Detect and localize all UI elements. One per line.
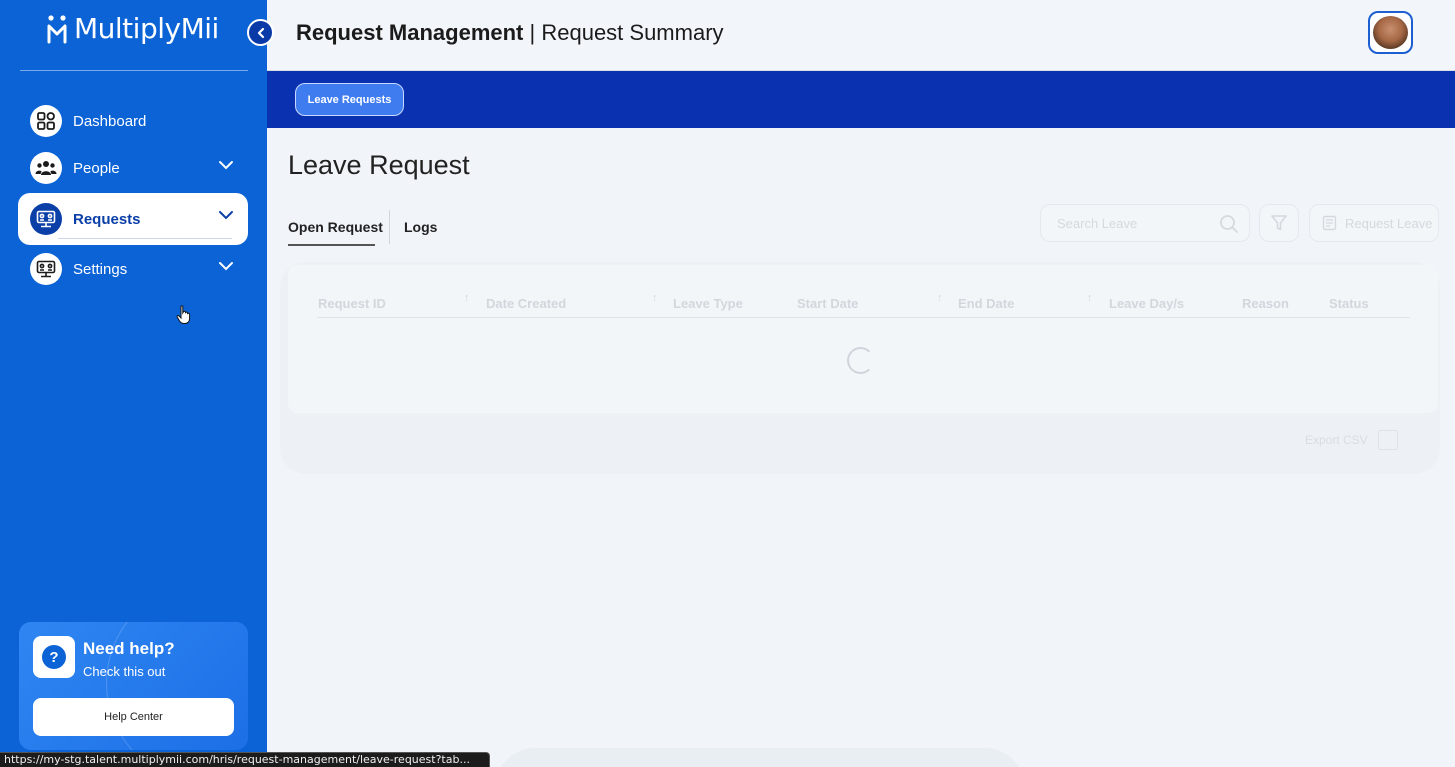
hand-pointer-cursor-icon: [176, 305, 191, 324]
column-header-date-created[interactable]: Date Created: [486, 296, 566, 311]
column-header-leave-type[interactable]: Leave Type: [673, 296, 743, 311]
sidebar-item-label: Requests: [73, 210, 141, 228]
tab-leave-requests[interactable]: Leave Requests: [295, 83, 404, 116]
app-name: MultiplyMii: [74, 12, 219, 45]
top-header: Request Management | Request Summary: [267, 0, 1455, 71]
logo-mark-icon: [47, 14, 67, 43]
header-title-bold: Request Management: [296, 20, 524, 45]
help-subtitle: Check this out: [83, 664, 166, 679]
chevron-down-icon[interactable]: [218, 261, 234, 271]
help-card: ? Need help? Check this out Help Center: [19, 622, 248, 750]
chevron-down-icon[interactable]: [218, 160, 234, 170]
tab-open-request[interactable]: Open Request: [288, 219, 383, 235]
sort-arrow-icon[interactable]: ↑: [937, 292, 943, 304]
header-title-rest: Request Summary: [541, 20, 724, 45]
search-placeholder: Search Leave: [1057, 216, 1138, 231]
column-header-request-id[interactable]: Request ID: [318, 296, 386, 311]
tab-divider: [389, 210, 390, 244]
sidebar-divider: [20, 70, 248, 71]
help-center-button[interactable]: Help Center: [33, 698, 234, 736]
page-title: Leave Request: [288, 150, 470, 180]
people-group-icon: [30, 152, 62, 184]
sidebar-item-label: Dashboard: [73, 112, 147, 130]
request-leave-button[interactable]: Request Leave: [1309, 204, 1439, 242]
sidebar-item-dashboard[interactable]: Dashboard: [18, 99, 248, 143]
browser-status-url: https://my-stg.talent.multiplymii.com/hr…: [0, 752, 490, 767]
sidebar-collapse-button[interactable]: [247, 19, 274, 46]
sidebar-item-label: Settings: [73, 260, 128, 278]
user-avatar[interactable]: [1368, 11, 1413, 54]
column-header-start-date[interactable]: Start Date: [797, 296, 858, 311]
tab-logs[interactable]: Logs: [404, 219, 437, 235]
column-header-leave-days[interactable]: Leave Day/s: [1109, 296, 1184, 311]
dashboard-grid-icon: [30, 105, 62, 137]
help-title: Need help?: [83, 639, 175, 658]
table-panel: [288, 265, 1438, 413]
sort-arrow-icon[interactable]: ↑: [1087, 292, 1093, 304]
sub-nav-band: Leave Requests: [267, 71, 1455, 128]
sort-arrow-icon[interactable]: ↑: [464, 292, 470, 304]
search-input[interactable]: Search Leave: [1040, 204, 1250, 242]
chevron-left-icon: [257, 27, 264, 38]
column-header-reason[interactable]: Reason: [1242, 296, 1289, 311]
bottom-backdrop: [495, 748, 1025, 767]
sidebar-item-people[interactable]: People: [18, 146, 248, 190]
column-header-end-date[interactable]: End Date: [958, 296, 1014, 311]
active-item-divider: [58, 238, 232, 239]
sort-arrow-icon[interactable]: ↑: [652, 292, 658, 304]
active-tab-indicator: [288, 244, 375, 246]
sidebar-item-settings[interactable]: Settings: [18, 247, 248, 291]
avatar-photo: [1373, 16, 1408, 49]
page-header-title: Request Management | Request Summary: [296, 20, 724, 46]
settings-board-icon: [30, 253, 62, 285]
header-title-separator: |: [523, 20, 542, 45]
filter-funnel-icon: [1271, 215, 1287, 231]
sidebar-item-label: People: [73, 159, 120, 177]
table-header-divider: [317, 317, 1410, 318]
filter-button[interactable]: [1259, 204, 1299, 242]
chevron-down-icon[interactable]: [218, 210, 234, 220]
export-csv-label[interactable]: Export CSV: [1305, 433, 1368, 447]
app-logo[interactable]: MultiplyMii: [46, 12, 219, 45]
help-question-icon: ?: [33, 636, 75, 678]
requests-board-icon: [30, 203, 62, 235]
download-icon[interactable]: [1378, 430, 1398, 450]
search-icon[interactable]: [1219, 214, 1239, 234]
sidebar: MultiplyMii Dashboard People Requests Se…: [0, 0, 267, 767]
loading-spinner-icon: [847, 347, 874, 374]
column-header-status[interactable]: Status: [1329, 296, 1369, 311]
request-leave-label: Request Leave: [1345, 215, 1433, 231]
document-add-icon: [1322, 215, 1337, 231]
